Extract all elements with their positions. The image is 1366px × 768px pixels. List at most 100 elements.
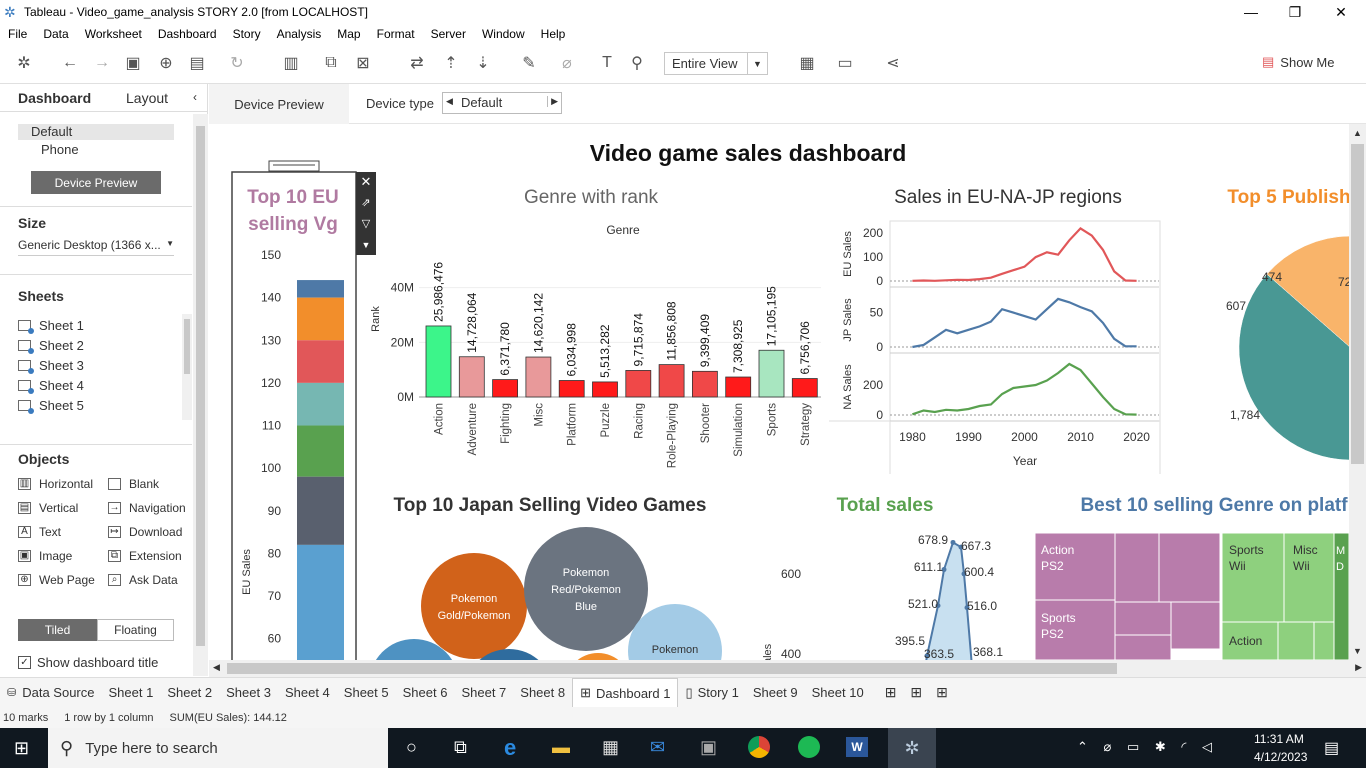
tableau-start-icon[interactable]: ✲	[13, 52, 35, 74]
treemap-cell-9[interactable]	[1114, 601, 1172, 636]
treemap-cell-10[interactable]	[1170, 601, 1221, 650]
view-mode-select[interactable]: Entire View ▼	[664, 52, 768, 75]
sort-ascending-icon[interactable]: ⇡	[440, 52, 462, 74]
genre-bar[interactable]	[558, 380, 585, 398]
highlight-icon[interactable]: ✎	[518, 52, 540, 74]
notifications-icon[interactable]: ▤	[1324, 738, 1339, 758]
menu-item-analysis[interactable]: Analysis	[269, 27, 330, 41]
menu-item-story[interactable]: Story	[225, 27, 269, 41]
eu-bar-segment[interactable]	[297, 382, 344, 426]
object-web-page[interactable]: ⊕ Web Page	[18, 573, 95, 587]
eu-bar-segment[interactable]	[297, 476, 344, 545]
sort-descending-icon[interactable]: ⇣	[472, 52, 494, 74]
redo-icon[interactable]: →	[91, 52, 113, 74]
device-preview-tab[interactable]: Device Preview	[209, 84, 349, 124]
tab-sheet-1[interactable]: Sheet 1	[101, 678, 160, 708]
remove-icon[interactable]: ✕	[361, 174, 372, 189]
menu-item-help[interactable]: Help	[533, 27, 574, 41]
bubble-pokemon-gold[interactable]	[421, 553, 527, 659]
tableau-taskbar-icon[interactable]: ✲	[888, 728, 936, 768]
task-view-icon[interactable]: ⧉	[454, 737, 467, 758]
genre-bar[interactable]	[492, 379, 519, 398]
sheet-item[interactable]: Sheet 6	[18, 418, 84, 420]
left-panel-scrollbar[interactable]	[193, 114, 208, 676]
show-cards-icon[interactable]: ▦	[796, 52, 818, 74]
presentation-icon[interactable]: ▭	[834, 52, 856, 74]
new-story-tab-icon[interactable]: ⊞	[936, 684, 948, 701]
tab-sheet-5[interactable]: Sheet 5	[337, 678, 396, 708]
sheet-item[interactable]: Sheet 3	[18, 358, 84, 374]
object-horizontal[interactable]: ▥ Horizontal	[18, 477, 93, 491]
pause-updates-icon[interactable]: ▤	[186, 52, 208, 74]
mail-icon[interactable]: ✉	[650, 737, 665, 758]
object-image[interactable]: ▣ Image	[18, 549, 72, 563]
file-explorer-icon[interactable]: ▬	[552, 737, 570, 758]
bubble-game-6[interactable]	[565, 653, 631, 660]
eu-bar-segment[interactable]	[297, 340, 344, 383]
menu-item-server[interactable]: Server	[423, 27, 474, 41]
tiled-button[interactable]: Tiled	[18, 619, 97, 641]
treemap-cell-7[interactable]	[1114, 532, 1160, 603]
system-tray-icons[interactable]: ⌃ ⌀ ▭ ✱ ◜ ◁	[1077, 739, 1218, 755]
collapse-panel-icon[interactable]: ‹	[193, 90, 197, 104]
show-me-button[interactable]: ▤ Show Me	[1262, 54, 1335, 70]
sheet-list-scrollbar[interactable]	[182, 314, 192, 420]
size-select[interactable]: Generic Desktop (1366 x... ▼	[18, 238, 174, 256]
genre-bar[interactable]	[425, 325, 452, 398]
tab-sheet-10[interactable]: Sheet 10	[805, 678, 871, 708]
next-icon[interactable]: ▶	[547, 96, 558, 107]
menu-item-dashboard[interactable]: Dashboard	[150, 27, 225, 41]
menu-item-worksheet[interactable]: Worksheet	[77, 27, 150, 41]
object-blank[interactable]: Blank	[108, 477, 159, 491]
menu-item-window[interactable]: Window	[474, 27, 533, 41]
new-worksheet-icon[interactable]: ▥	[280, 52, 302, 74]
genre-bar[interactable]	[658, 364, 685, 398]
genre-bar[interactable]	[791, 378, 818, 398]
swap-icon[interactable]: ⇄	[406, 52, 428, 74]
taskbar-search[interactable]: ⚲ Type here to search	[48, 728, 388, 768]
tab-dashboard[interactable]: Dashboard	[18, 90, 91, 106]
genre-bar[interactable]	[458, 356, 485, 398]
canvas-vertical-scrollbar[interactable]: ▲ ▼	[1349, 124, 1366, 660]
goto-sheet-icon[interactable]: ⇗	[361, 197, 370, 209]
object-text[interactable]: A Text	[18, 525, 61, 539]
genre-bar[interactable]	[525, 356, 552, 398]
total-sales-point[interactable]	[950, 539, 956, 545]
new-worksheet-tab-icon[interactable]: ⊞	[885, 684, 897, 701]
close-icon[interactable]: ✕	[1318, 0, 1364, 24]
genre-bar[interactable]	[691, 370, 718, 398]
canvas-horizontal-scrollbar[interactable]: ◀ ▶	[209, 660, 1366, 677]
treemap-cell-8[interactable]	[1158, 532, 1221, 603]
object-navigation[interactable]: → Navigation	[108, 501, 186, 515]
tab-sheet-7[interactable]: Sheet 7	[454, 678, 513, 708]
treemap-cell-11[interactable]	[1114, 634, 1172, 660]
device-preview-button[interactable]: Device Preview	[31, 171, 161, 194]
menu-item-file[interactable]: File	[0, 27, 35, 41]
regions-series-line[interactable]	[912, 297, 1137, 349]
menu-item-map[interactable]: Map	[329, 27, 368, 41]
genre-bar[interactable]	[592, 381, 618, 398]
refresh-icon[interactable]: ↻	[226, 52, 248, 74]
eu-bar-segment[interactable]	[297, 297, 344, 341]
genre-bar[interactable]	[725, 376, 752, 398]
device-phone[interactable]: Phone	[41, 142, 79, 157]
prev-icon[interactable]: ◀	[446, 96, 453, 107]
cortana-icon[interactable]: ○	[406, 737, 417, 758]
attach-icon[interactable]: ⌀	[556, 52, 578, 74]
genre-bar[interactable]	[625, 370, 652, 398]
sheet-item[interactable]: Sheet 2	[18, 338, 84, 354]
regions-series-line[interactable]	[912, 362, 1137, 416]
clear-sheet-icon[interactable]: ⊠	[352, 52, 374, 74]
object-extension[interactable]: ⧉ Extension	[108, 549, 182, 563]
sheet-item[interactable]: Sheet 1	[18, 318, 84, 334]
filter-icon[interactable]: ▽	[362, 218, 371, 230]
show-title-checkbox[interactable]: ✓ Show dashboard title	[18, 655, 158, 670]
menu-item-data[interactable]: Data	[35, 27, 76, 41]
regions-series-line[interactable]	[912, 226, 1137, 282]
tab-data-source[interactable]: ⛁ Data Source	[0, 678, 101, 708]
tab-dashboard-1[interactable]: ⊞ Dashboard 1	[572, 677, 679, 708]
sheet-item[interactable]: Sheet 4	[18, 378, 84, 394]
tab-sheet-9[interactable]: Sheet 9	[746, 678, 805, 708]
tab-sheet-3[interactable]: Sheet 3	[219, 678, 278, 708]
tab-story-1[interactable]: ▯ Story 1	[678, 678, 745, 708]
